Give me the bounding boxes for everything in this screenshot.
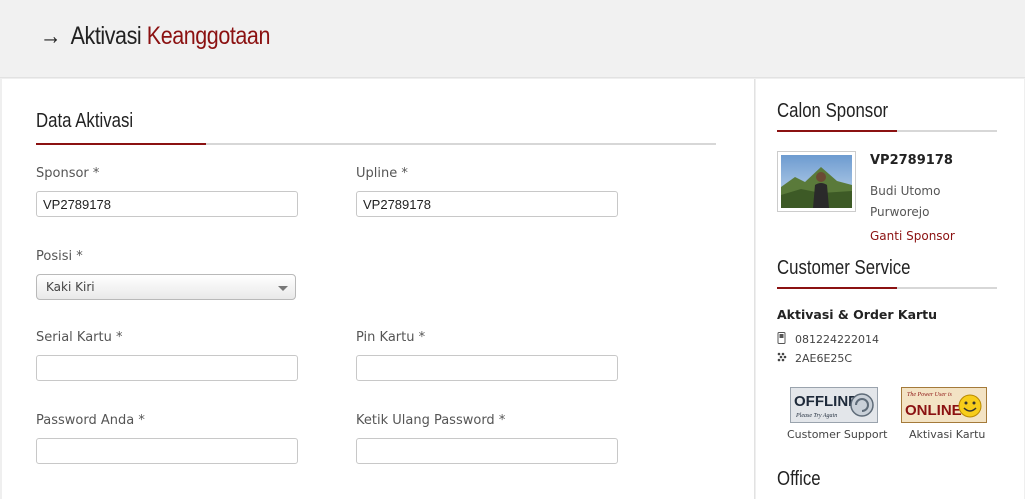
offline-status-text: OFFLINE <box>794 393 858 410</box>
customer-support-label: Customer Support <box>787 428 888 441</box>
password-input[interactable] <box>36 438 298 464</box>
calon-sponsor-title: Calon Sponsor <box>777 100 889 122</box>
cs-heading: Aktivasi & Order Kartu <box>777 307 938 322</box>
form-title-rule <box>36 143 716 145</box>
sponsor-label: Sponsor * <box>36 166 100 181</box>
ganti-sponsor-link[interactable]: Ganti Sponsor <box>870 229 955 243</box>
page-title-accent: Keanggotaan <box>146 22 271 50</box>
offline-sub-text: Please Try Again <box>795 413 837 419</box>
cs-bbm-pin: 2AE6E25C <box>795 352 853 365</box>
chevron-down-icon <box>278 286 288 291</box>
serial-kartu-input[interactable] <box>36 355 298 381</box>
avatar <box>777 151 856 212</box>
posisi-select[interactable]: Kaki Kiri <box>36 274 296 300</box>
posisi-selected-value: Kaki Kiri <box>46 280 95 294</box>
posisi-label: Posisi * <box>36 249 83 264</box>
page-title: → Aktivasi Keanggotaan <box>40 22 270 51</box>
aktivasi-kartu-status-badge[interactable]: The Power User is ONLINE <box>901 387 987 423</box>
sponsor-photo-icon <box>781 155 852 208</box>
cs-phone-row: 081224222014 <box>777 332 879 347</box>
upline-label: Upline * <box>356 166 408 181</box>
sponsor-city: Purworejo <box>870 205 930 219</box>
customer-service-rule <box>777 287 997 289</box>
customer-service-title: Customer Service <box>777 257 911 279</box>
calon-sponsor-rule <box>777 130 997 132</box>
customer-support-status-badge[interactable]: OFFLINE Please Try Again <box>790 387 878 423</box>
blackberry-icon <box>777 352 789 365</box>
sponsor-input[interactable] <box>36 191 298 217</box>
serial-kartu-label: Serial Kartu * <box>36 330 123 345</box>
password-label: Password Anda * <box>36 413 145 428</box>
online-status-text: ONLINE <box>905 402 962 419</box>
upline-input[interactable] <box>356 191 618 217</box>
aktivasi-kartu-label: Aktivasi Kartu <box>909 428 986 441</box>
cs-phone: 081224222014 <box>795 333 879 346</box>
sponsor-name: Budi Utomo <box>870 184 941 198</box>
pin-kartu-label: Pin Kartu * <box>356 330 426 345</box>
arrow-right-icon: → <box>40 22 62 50</box>
phone-icon <box>777 332 789 347</box>
office-title: Office <box>777 468 821 490</box>
page-title-main: Aktivasi <box>70 22 142 50</box>
cs-bbm-row: 2AE6E25C <box>777 352 852 365</box>
online-sub-text: The Power User is <box>907 392 952 398</box>
sponsor-id: VP2789178 <box>870 153 953 168</box>
password-confirm-label: Ketik Ulang Password * <box>356 413 506 428</box>
page-header: → Aktivasi Keanggotaan <box>0 0 1025 78</box>
password-confirm-input[interactable] <box>356 438 618 464</box>
form-title: Data Aktivasi <box>36 110 134 132</box>
pin-kartu-input[interactable] <box>356 355 618 381</box>
